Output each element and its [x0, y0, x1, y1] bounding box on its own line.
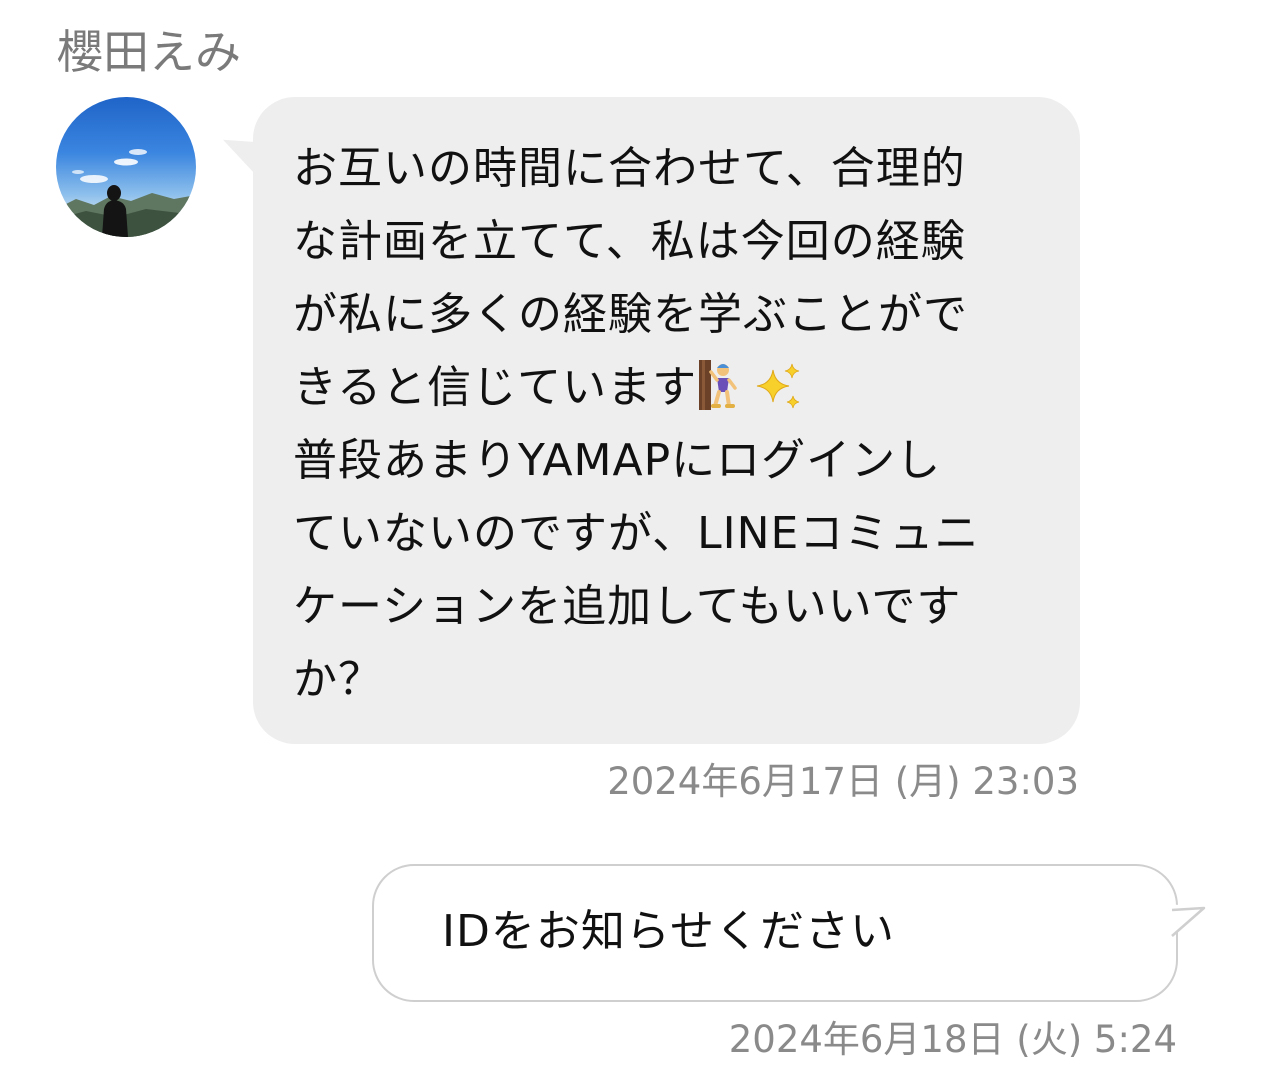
message-line: な計画を立てて、私は今回の経験 [293, 216, 966, 267]
outgoing-message-bubble[interactable]: IDをお知らせください [372, 864, 1178, 1002]
message-line: ていないのですが、LINEコミュニ [293, 508, 980, 559]
message-line: ケーションを追加してもいいです [293, 581, 962, 632]
message-timestamp: 2024年6月18日 (火) 5:24 [728, 1018, 1177, 1061]
bubble-tail [223, 127, 259, 179]
sender-avatar[interactable] [56, 97, 196, 237]
avatar-photo [56, 149, 196, 237]
message-text: IDをお知らせください [442, 906, 895, 957]
sender-name: 櫻田えみ [57, 25, 241, 79]
message-text: お互いの時間に合わせて、合理的 な計画を立てて、私は今回の経験 が私に多くの経験… [293, 132, 1040, 716]
message-line: きると信じています [293, 362, 698, 413]
message-line: が私に多くの経験を学ぶことがで [293, 289, 968, 340]
sparkles-emoji [753, 361, 803, 411]
incoming-message-bubble[interactable]: お互いの時間に合わせて、合理的 な計画を立てて、私は今回の経験 が私に多くの経験… [223, 97, 1080, 744]
chat-thread: 櫻田えみ お互いの時間に合わせて、合理的 な計画を立てて、私は今回の経験 が私に… [0, 0, 1262, 1080]
message-timestamp: 2024年6月17日 (月) 23:03 [607, 760, 1079, 803]
message-line: か？ [293, 654, 383, 705]
message-line: お互いの時間に合わせて、合理的 [293, 143, 966, 194]
message-line: 普段あまりYAMAPにログインし [293, 435, 942, 486]
bubble-tail [1170, 904, 1206, 937]
woman-climbing-emoji [699, 359, 739, 410]
